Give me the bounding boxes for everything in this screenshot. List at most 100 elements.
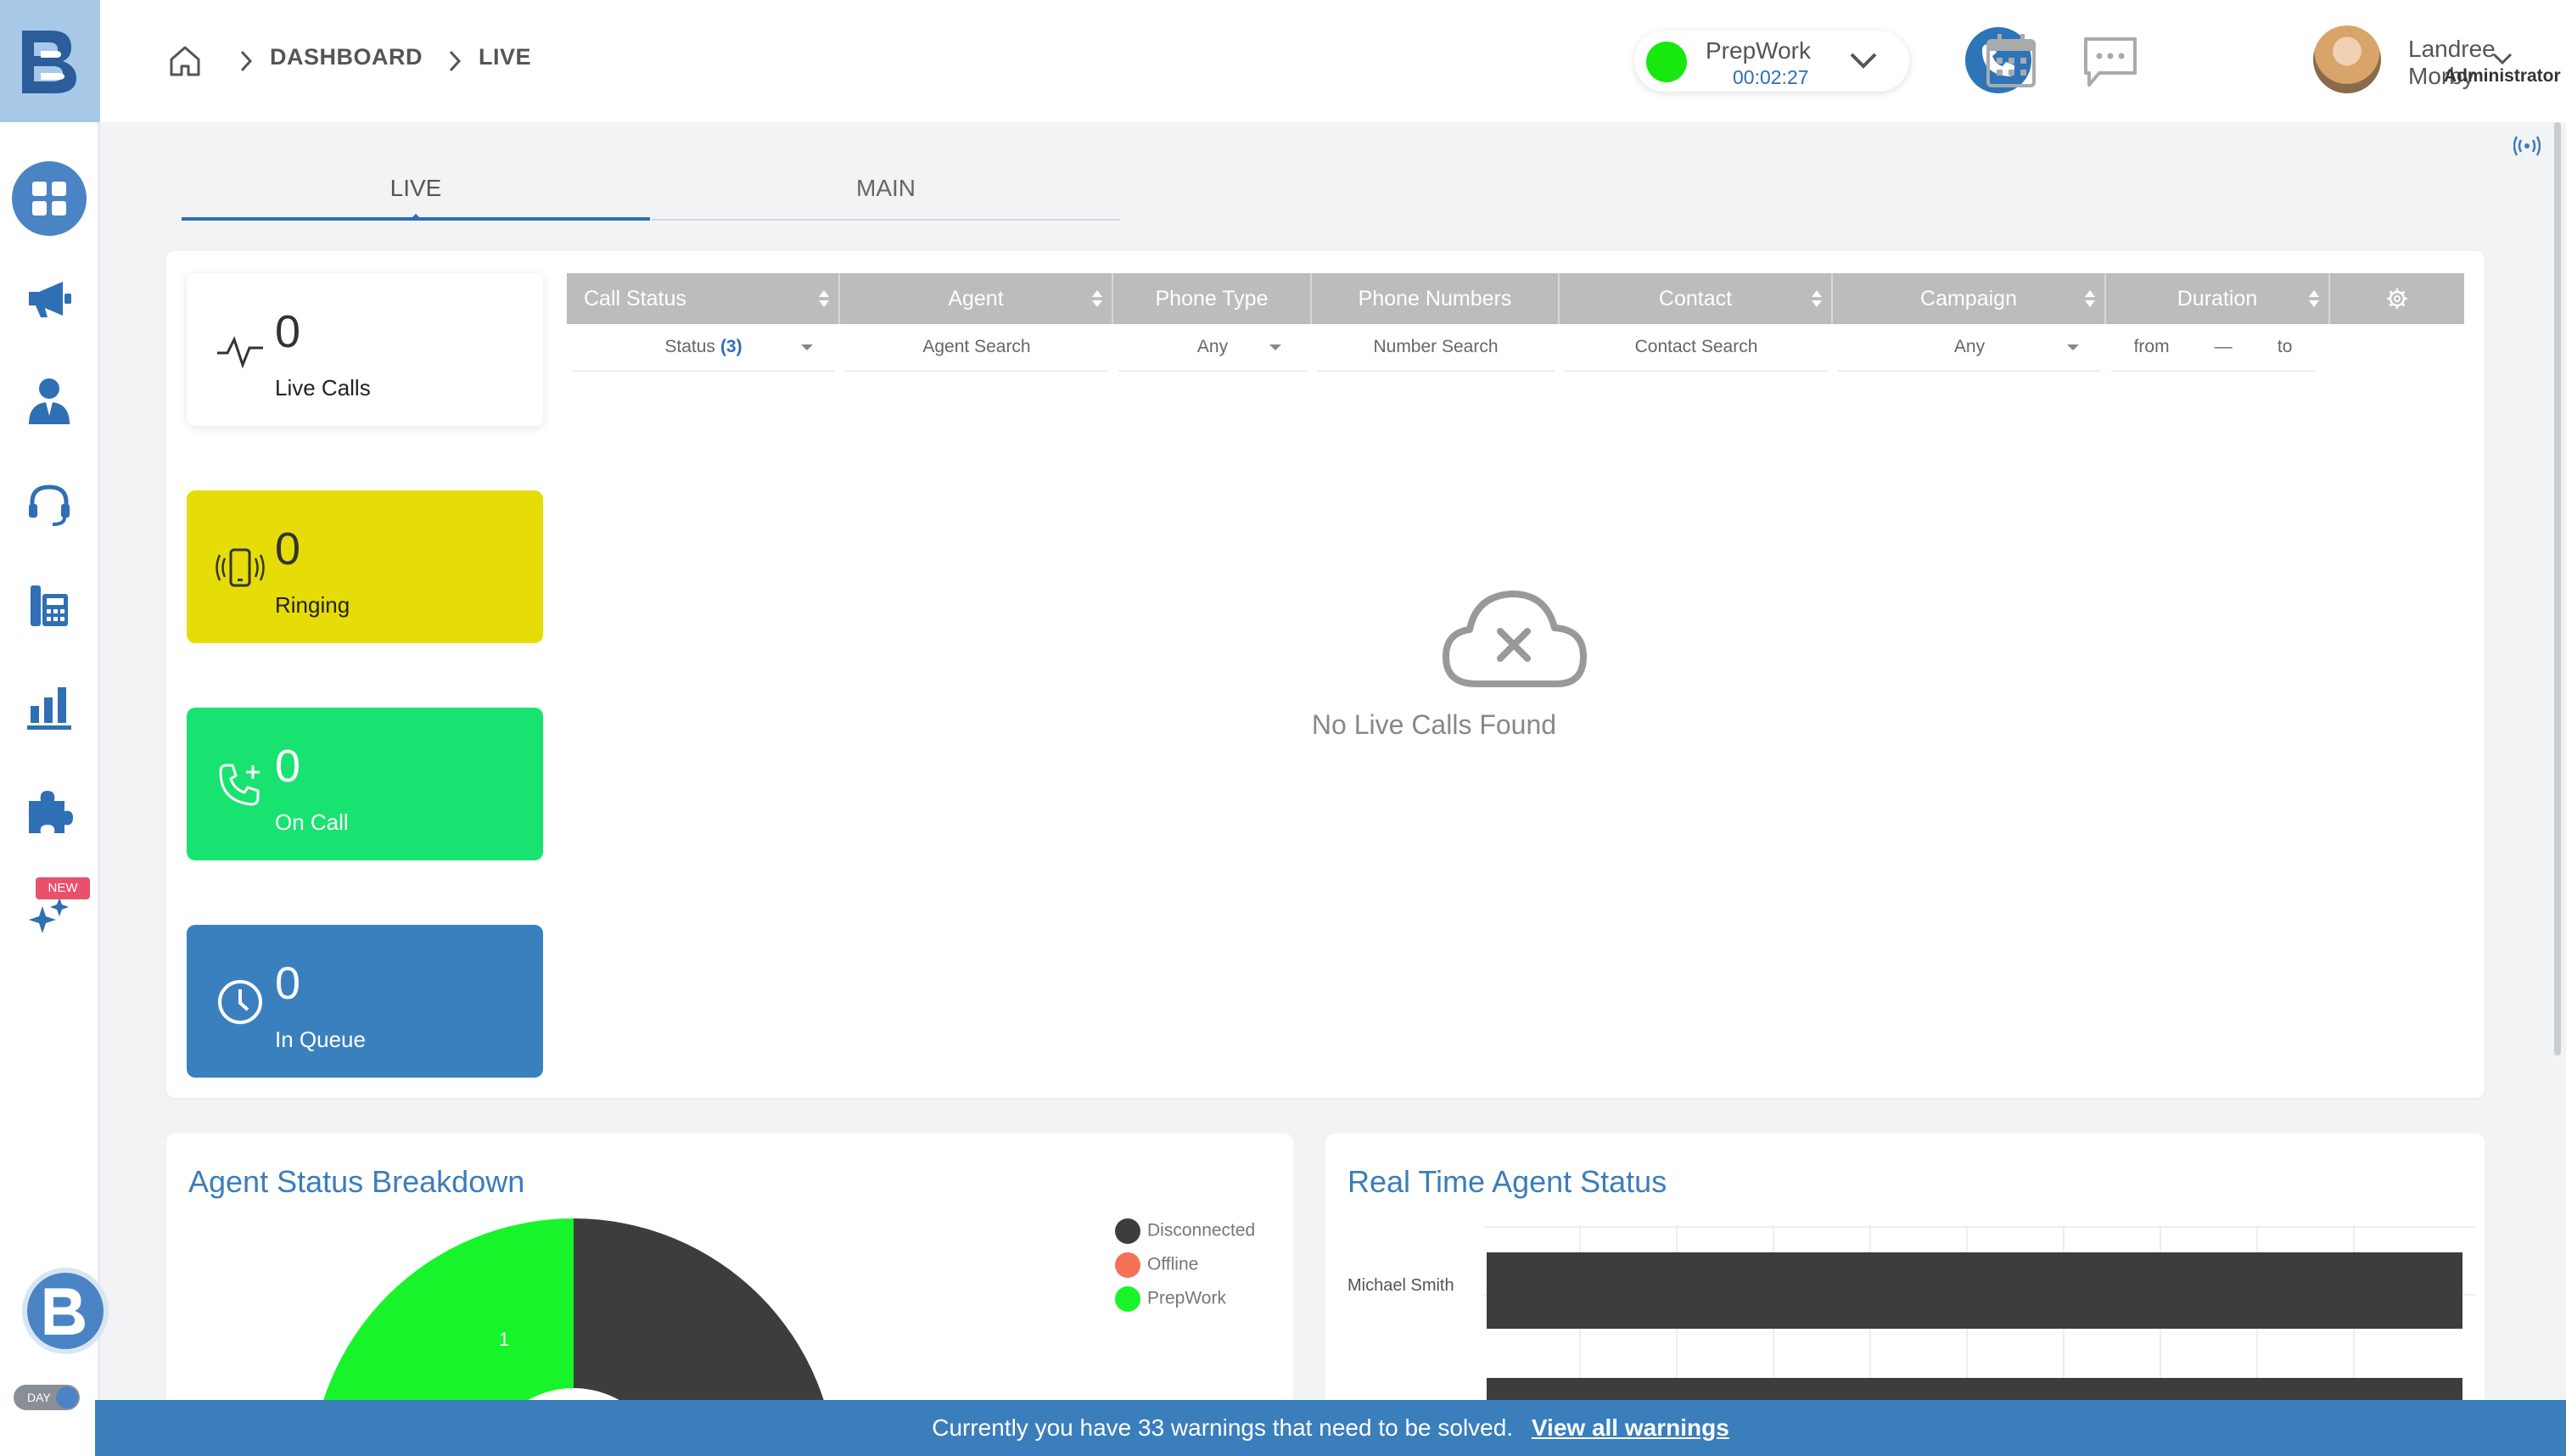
duration-to-input[interactable]: to [2277,337,2293,357]
stat-on-call-value: 0 [275,741,301,792]
status-name: PrepWork [1706,37,1811,64]
sort-icon [819,290,829,307]
brand-logo[interactable] [0,0,100,122]
status-filter[interactable]: Status (3) [572,324,835,372]
column-agent-label: Agent [948,286,1004,311]
legend-offline[interactable]: Offline [1115,1252,1198,1278]
contact-search-input[interactable]: Contact Search [1565,324,1828,372]
status-filter-label: Status [664,337,715,356]
stat-in-queue-label: In Queue [275,1027,366,1052]
stat-ringing[interactable]: 0 Ringing [187,490,543,643]
phone-system-icon [31,585,68,626]
slice-disconnected[interactable] [574,1218,837,1422]
cloud-error-icon [1443,591,1587,687]
messages-icon[interactable] [2082,36,2138,88]
gear-icon [2387,288,2407,309]
warnings-message: Currently you have 33 warnings that need… [932,1414,1514,1441]
sort-icon [1092,290,1102,307]
day-toggle-label: DAY [27,1391,51,1404]
nav-integrations[interactable] [12,774,87,848]
nav-campaigns[interactable] [12,261,87,336]
campaign-filter-value: Any [1953,337,1986,356]
chevron-down-icon[interactable] [2491,51,2513,68]
agent-search-input[interactable]: Agent Search [845,324,1108,372]
agent-status-selector[interactable]: PrepWork 00:02:27 [1634,31,1909,92]
column-campaign-label: Campaign [1920,286,2017,311]
broadcast-icon[interactable] [2513,134,2541,158]
realtime-agent-status-card: Real Time Agent Status Michael Smith [1325,1134,2485,1422]
agent-status-breakdown-card: Agent Status Breakdown 1 Disconnected Of… [166,1134,1293,1422]
legend-prepwork[interactable]: PrepWork [1115,1286,1226,1312]
stat-in-queue[interactable]: 0 In Queue [187,925,543,1078]
agent-status-donut-chart: 1 [311,1218,837,1422]
live-calls-panel: 0 Live Calls 0 Ringing 0 On Call 0 In Qu… [166,251,2485,1098]
column-call-status[interactable]: Call Status [567,273,840,324]
column-agent[interactable]: Agent [840,273,1113,324]
stat-live-calls-label: Live Calls [275,375,371,400]
timeline-agent-label: Michael Smith [1347,1276,1454,1295]
stat-in-queue-value: 0 [275,958,301,1009]
duration-from-input[interactable]: from [2134,337,2170,357]
timeline-bar[interactable] [1487,1252,2462,1329]
column-phone-type[interactable]: Phone Type [1113,273,1312,324]
brand-logo-icon [22,31,76,93]
slice-prepwork-label: 1 [499,1329,509,1350]
calls-table-header: Call Status Agent Phone Type Phone Numbe… [567,273,2464,324]
column-duration-label: Duration [2177,286,2258,311]
support-chat-logo[interactable] [22,1268,109,1354]
column-contact-label: Contact [1658,286,1733,311]
nav-support[interactable] [12,467,87,541]
avatar[interactable] [2313,25,2381,93]
slice-prepwork[interactable] [311,1218,574,1422]
column-duration[interactable]: Duration [2106,273,2330,324]
clock-icon [218,980,262,1024]
empty-state-message: No Live Calls Found [1311,709,1557,740]
column-phone-numbers[interactable]: Phone Numbers [1312,273,1560,324]
chevron-right-icon [449,50,462,72]
sort-icon [2309,290,2319,307]
legend-dot [1115,1218,1140,1244]
legend-dot [1115,1252,1140,1278]
stat-live-calls[interactable]: 0 Live Calls [187,273,543,426]
top-bar: DASHBOARD LIVE PrepWork 00:02:27 Landree… [100,0,2566,122]
nav-agents[interactable] [12,363,87,438]
nav-reports[interactable] [12,670,87,745]
phone-type-filter[interactable]: Any [1118,324,1307,372]
stat-on-call-label: On Call [275,809,349,835]
caret-down-icon [801,344,813,356]
page-scrollbar[interactable] [2554,122,2561,1056]
agent-breakdown-title: Agent Status Breakdown [188,1164,525,1199]
megaphone-icon [29,282,71,317]
nav-phone-system[interactable] [12,568,87,643]
column-phone-numbers-label: Phone Numbers [1358,286,1512,311]
campaign-filter[interactable]: Any [1838,324,2101,372]
stat-on-call[interactable]: 0 On Call [187,708,543,860]
chevron-down-icon [1850,53,1877,69]
number-search-input[interactable]: Number Search [1317,324,1555,372]
legend-disconnected[interactable]: Disconnected [1115,1218,1255,1244]
stat-live-calls-value: 0 [275,306,301,357]
column-campaign[interactable]: Campaign [1833,273,2106,324]
puzzle-icon [29,791,73,833]
day-night-toggle[interactable]: DAY [14,1385,80,1410]
sidebar: NEW DAY [0,0,109,1456]
status-filter-count: (3) [720,337,742,356]
stat-ringing-value: 0 [275,524,301,574]
duration-range-filter[interactable]: from — to [2111,324,2315,372]
home-icon[interactable] [168,44,202,78]
tab-main[interactable]: MAIN [652,175,1120,221]
legend-dot [1115,1286,1140,1312]
column-settings[interactable] [2330,273,2464,324]
caret-down-icon [1269,344,1281,356]
calendar-icon[interactable] [1986,32,2037,88]
tab-live[interactable]: LIVE [182,175,650,221]
sparkle-icon [29,898,69,933]
view-all-warnings-link[interactable]: View all warnings [1532,1414,1729,1441]
chevron-right-icon [240,50,253,72]
calls-table-filters: Status (3) Agent Search Any Number Searc… [567,324,2464,375]
new-badge: NEW [36,877,90,899]
nav-dashboard[interactable] [12,161,87,236]
breadcrumb-dashboard[interactable]: DASHBOARD [270,44,423,70]
warnings-banner: Currently you have 33 warnings that need… [95,1400,2566,1456]
column-contact[interactable]: Contact [1560,273,1833,324]
